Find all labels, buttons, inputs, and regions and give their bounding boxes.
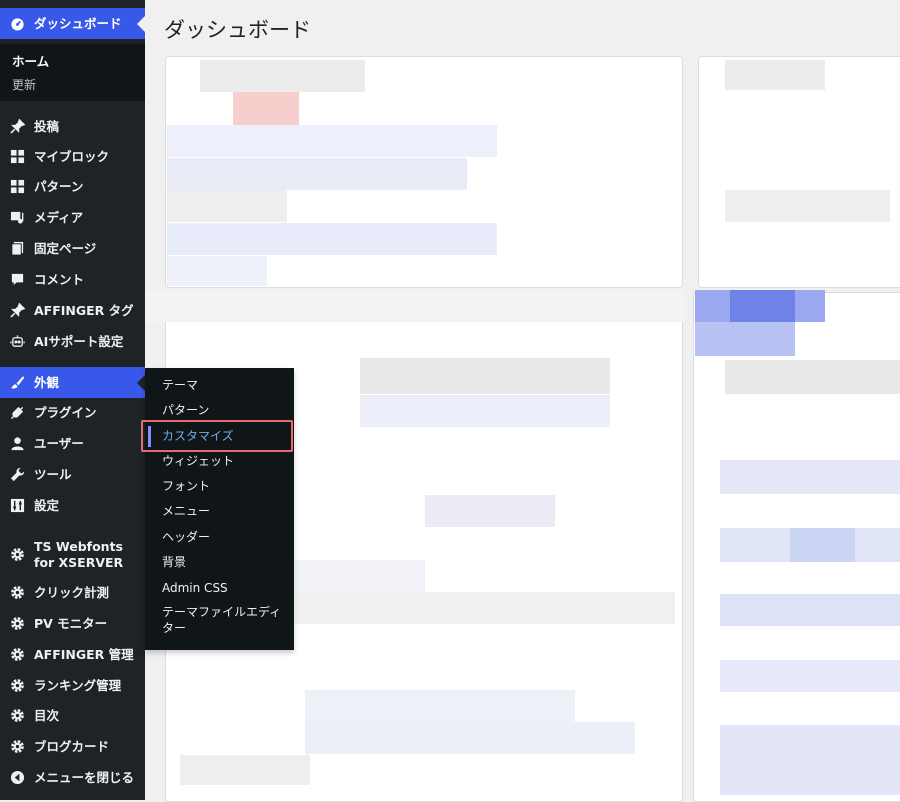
sidebar-item-toc[interactable]: 目次 [0,700,145,731]
sidebar-item-label: ユーザー [34,435,84,451]
sidebar-item-affinger-admin[interactable]: AFFINGER 管理 [0,639,145,670]
sidebar-item-label: クリック計測 [34,584,110,600]
sidebar-item-label: 投稿 [34,118,60,134]
flyout-item-theme-file-editor[interactable]: テーマファイルエディター [145,600,294,640]
sidebar-item-label: パターン [34,178,84,194]
gear-icon [0,670,34,701]
sidebar-item-label: TS Webfonts for XSERVER [34,539,124,570]
sidebar-item-pv-monitor[interactable]: PV モニター [0,608,145,639]
robot-icon [0,326,34,357]
sidebar-item-label: メディア [34,209,84,225]
sidebar-item-label: 固定ページ [34,240,97,256]
sidebar-item-my-blocks[interactable]: マイブロック [0,141,145,172]
gear-icon [0,577,34,608]
flyout-item-fonts[interactable]: フォント [145,473,294,499]
sidebar-item-label: ダッシュボード [34,15,122,31]
brush-icon [0,367,34,398]
highlight-box [141,420,293,452]
sidebar-item-appearance[interactable]: 外観 [0,367,145,398]
flyout-item-background[interactable]: 背景 [145,549,294,575]
flyout-item-admin-css[interactable]: Admin CSS [145,575,294,601]
sidebar-item-patterns[interactable]: パターン [0,171,145,202]
sidebar-item-label: ランキング管理 [34,677,122,693]
dashboard-icon [0,8,34,39]
sidebar-item-tools[interactable]: ツール [0,459,145,490]
sidebar-item-ai-support[interactable]: AIサポート設定 [0,326,145,357]
sidebar-item-click-tracking[interactable]: クリック計測 [0,577,145,608]
sidebar-item-label: 外観 [34,374,60,390]
sidebar-item-users[interactable]: ユーザー [0,428,145,459]
pin-icon [0,295,34,326]
settings-icon [0,490,34,521]
collapse-icon [0,762,34,793]
dashboard-widget [698,56,900,288]
sidebar-item-settings[interactable]: 設定 [0,490,145,521]
gear-icon [0,639,34,670]
sidebar-item-label: AFFINGER タグ [34,302,134,318]
gear-icon [0,608,34,639]
collapse-menu-button[interactable]: メニューを閉じる [0,762,145,793]
sidebar-item-label: ブログカード [34,738,110,754]
sidebar-item-ranking-admin[interactable]: ランキング管理 [0,670,145,701]
sidebar-item-label: コメント [34,271,85,287]
sidebar-item-blog-card[interactable]: ブログカード [0,731,145,762]
gear-icon [0,731,34,762]
blocks-icon [0,171,34,202]
gear-icon [0,700,34,731]
sidebar-item-label: AFFINGER 管理 [34,646,134,662]
flyout-item-themes[interactable]: テーマ [145,372,294,398]
flyout-item-menus[interactable]: メニュー [145,498,294,524]
sidebar-item-label: メニューを閉じる [34,769,135,785]
sidebar-item-label: 目次 [34,707,60,723]
sidebar-item-dashboard[interactable]: ダッシュボード [0,8,145,39]
sidebar-item-pages[interactable]: 固定ページ [0,233,145,264]
flyout-item-header[interactable]: ヘッダー [145,524,294,550]
media-icon [0,202,34,233]
blocks-icon [0,141,34,172]
comment-icon [0,264,34,295]
gear-icon [0,538,34,570]
sidebar-item-comments[interactable]: コメント [0,264,145,295]
sidebar-item-posts[interactable]: 投稿 [0,111,145,142]
flyout-arrow [137,374,145,391]
pin-icon [0,111,34,142]
appearance-flyout-menu: テーマ パターン カスタマイズ ウィジェット フォント メニュー ヘッダー 背景… [145,368,294,650]
sidebar-item-label: AIサポート設定 [34,333,124,349]
page-icon [0,233,34,264]
sidebar-item-ts-webfonts[interactable]: TS Webfonts for XSERVER [0,532,145,576]
sidebar-item-label: プラグイン [34,404,97,420]
sidebar-item-label: PV モニター [34,615,108,631]
sidebar-item-label: 設定 [34,497,60,513]
current-arrow [137,15,145,32]
sidebar-item-affinger-tag[interactable]: AFFINGER タグ [0,295,145,326]
page-title: ダッシュボード [164,18,311,42]
submenu-home[interactable]: ホーム [12,51,49,70]
sidebar-item-media[interactable]: メディア [0,202,145,233]
user-icon [0,428,34,459]
sidebar-item-plugins[interactable]: プラグイン [0,397,145,428]
sidebar-item-label: ツール [34,466,72,482]
submenu-update[interactable]: 更新 [12,76,36,93]
wrench-icon [0,459,34,490]
admin-sidebar: ダッシュボード ホーム 更新 投稿 マイブロック パターン メディア 固定ページ… [0,0,145,800]
plug-icon [0,397,34,428]
sidebar-item-label: マイブロック [34,148,110,164]
dashboard-submenu: ホーム 更新 [0,44,145,101]
